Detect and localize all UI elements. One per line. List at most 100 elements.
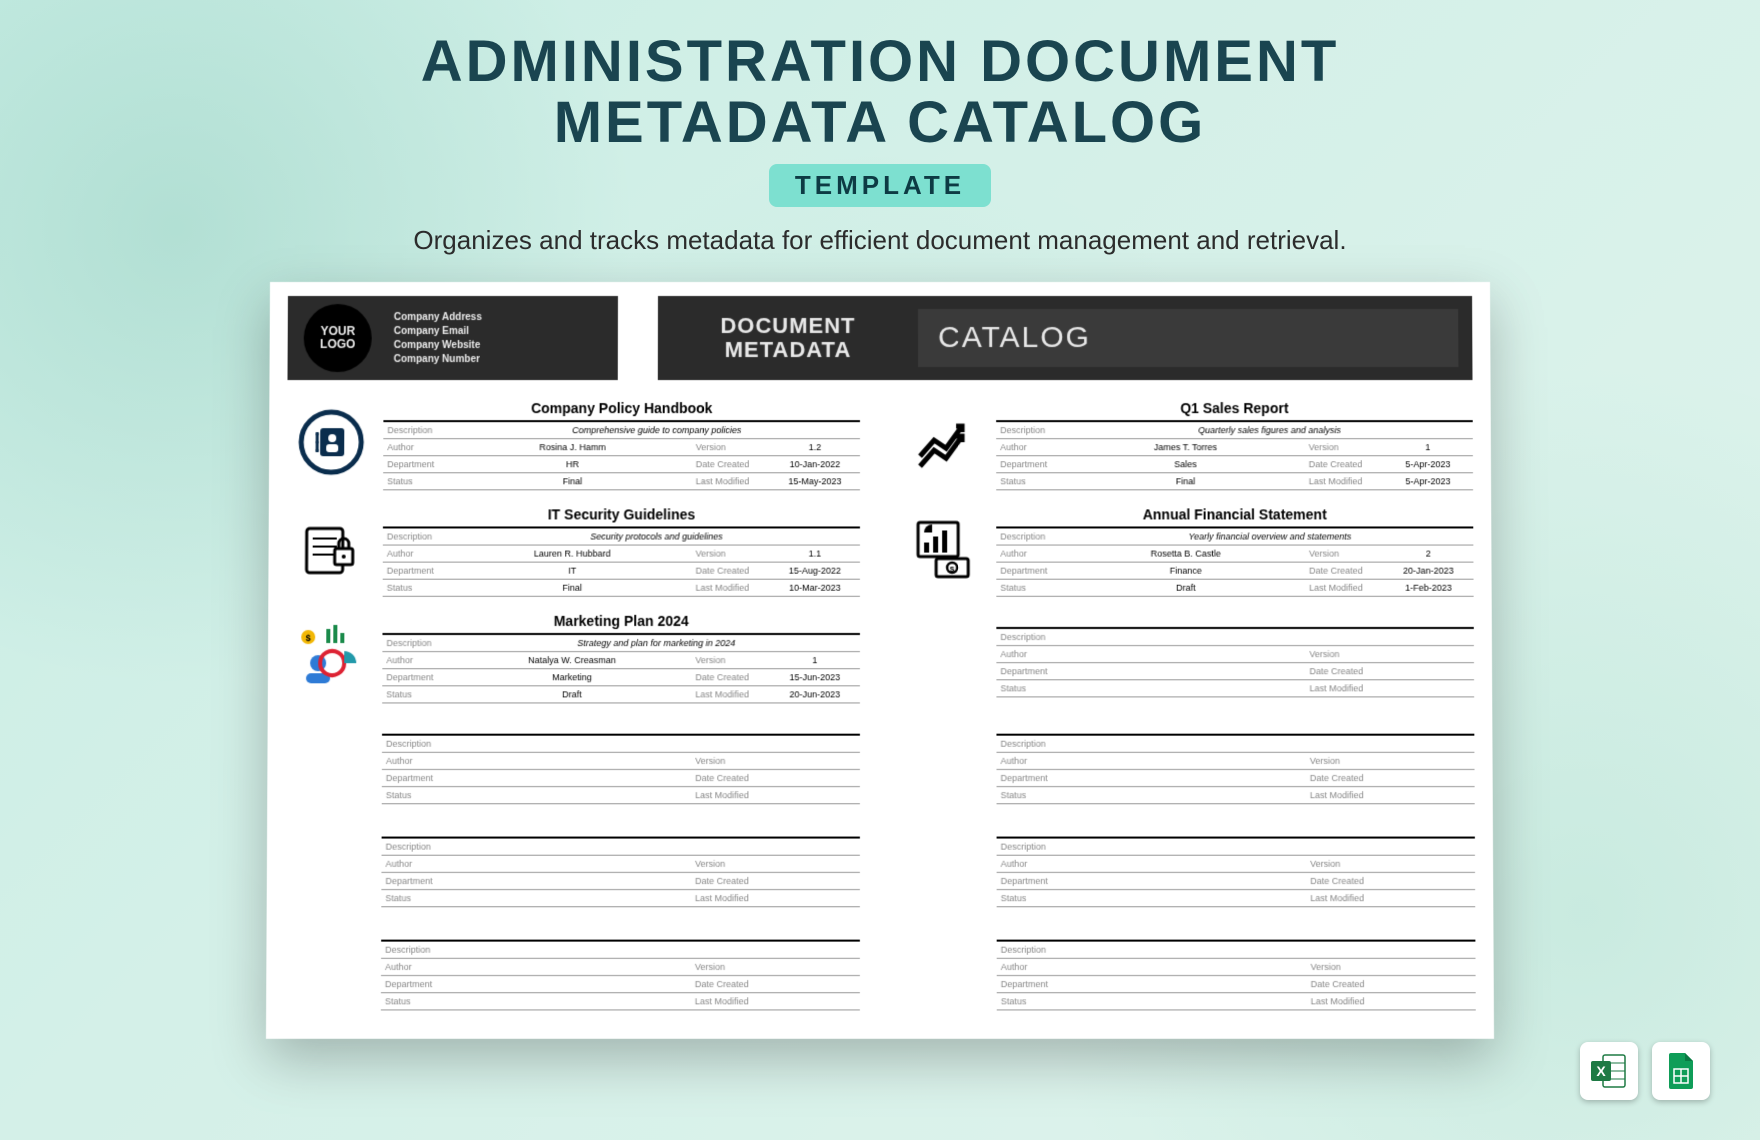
version-label: Version [692,439,770,456]
last-modified-label: Last Modified [691,890,769,907]
date-created-value [769,873,859,890]
entry-title [382,717,860,735]
svg-text:$: $ [950,564,955,573]
date-created-value [1384,663,1474,680]
author-label: Author [383,439,453,456]
description-value: Security protocols and guidelines [453,528,860,545]
description-label: Description [382,635,452,652]
status-label: Status [382,686,452,703]
description-value: Comprehensive guide to company policies [453,422,860,439]
status-value [452,890,691,907]
author-value [1067,646,1306,663]
description-label: Description [996,629,1066,646]
description-label: Description [383,422,453,439]
author-value [1067,856,1306,873]
department-value [1067,976,1307,993]
description-value [451,941,859,958]
entry-icon: $ [900,504,988,592]
status-value: Final [1066,473,1304,490]
last-modified-value: 10-Mar-2023 [770,579,860,596]
version-label: Version [1305,646,1383,663]
date-created-label: Date Created [692,456,770,473]
entry-card: IT Security Guidelines Description Secur… [286,504,860,596]
excel-icon: X [1580,1042,1638,1100]
catalog-label: CATALOG [918,309,1458,367]
version-value [769,959,860,976]
last-modified-label: Last Modified [691,787,769,804]
last-modified-value [769,787,859,804]
department-label: Department [996,456,1066,473]
last-modified-label: Last Modified [1305,680,1383,697]
version-value: 1.2 [770,439,860,456]
date-created-label: Date Created [1306,770,1384,787]
status-label: Status [381,890,451,907]
last-modified-label: Last Modified [692,473,770,490]
last-modified-label: Last Modified [691,993,770,1010]
version-value [769,856,859,873]
status-label: Status [997,890,1067,907]
description-value [1067,735,1475,752]
department-label: Department [382,669,452,686]
date-created-value: 5-Apr-2023 [1383,456,1473,473]
department-label: Department [996,770,1066,787]
page-subtitle: Organizes and tracks metadata for effici… [0,225,1760,256]
entry-title [996,611,1473,629]
status-label: Status [383,579,453,596]
description-value [1067,629,1474,646]
entry-title: IT Security Guidelines [383,504,860,528]
last-modified-label: Last Modified [1306,787,1384,804]
date-created-label: Date Created [691,873,769,890]
description-value: Strategy and plan for marketing in 2024 [453,635,860,652]
entry-card: Description Author Version Department Da… [284,923,860,1012]
author-label: Author [381,856,451,873]
description-label: Description [382,735,452,752]
status-label: Status [381,993,452,1010]
date-created-value: 10-Jan-2022 [770,456,860,473]
entry-card: Description Author Version Department Da… [285,717,860,806]
entry-card: Description Author Version Department Da… [285,820,860,909]
entry-icon [900,820,988,909]
author-value [451,959,690,976]
status-value: Final [453,473,691,490]
entry-icon [900,717,988,806]
department-label: Department [381,976,451,993]
department-value [1067,770,1306,787]
company-info: Company Address Company Email Company We… [388,296,618,380]
entry-icon: $ [286,611,375,700]
version-label: Version [1305,545,1383,562]
version-label: Version [691,753,769,770]
status-value [1067,680,1306,697]
entry-title: Company Policy Handbook [383,398,860,422]
entries-grid: Company Policy Handbook Description Comp… [284,398,1476,1012]
department-value [1067,873,1306,890]
department-value [452,770,691,787]
entry-title [997,923,1476,941]
date-created-label: Date Created [692,562,770,579]
date-created-value [1384,770,1474,787]
department-value: Marketing [452,669,691,686]
description-value: Yearly financial overview and statements [1066,528,1473,545]
logo-placeholder: YOUR LOGO [304,304,372,372]
version-value: 1 [1383,439,1473,456]
status-label: Status [383,473,453,490]
department-label: Department [381,873,451,890]
status-value: Draft [1066,579,1305,596]
author-value [1067,959,1306,976]
last-modified-value: 20-Jun-2023 [770,686,860,703]
date-created-label: Date Created [1306,873,1384,890]
last-modified-label: Last Modified [1305,579,1383,596]
description-label: Description [382,838,452,855]
date-created-value [769,976,860,993]
author-label: Author [996,753,1066,770]
entry-icon [284,923,373,1012]
document-metadata-label: DOCUMENT METADATA [658,314,918,362]
author-label: Author [997,959,1067,976]
version-label: Version [1306,753,1384,770]
entry-icon [286,504,375,592]
google-sheets-icon [1652,1042,1710,1100]
department-label: Department [997,976,1067,993]
author-label: Author [996,545,1066,562]
entry-icon [900,398,988,486]
company-email-label: Company Email [394,325,618,336]
author-label: Author [996,646,1066,663]
